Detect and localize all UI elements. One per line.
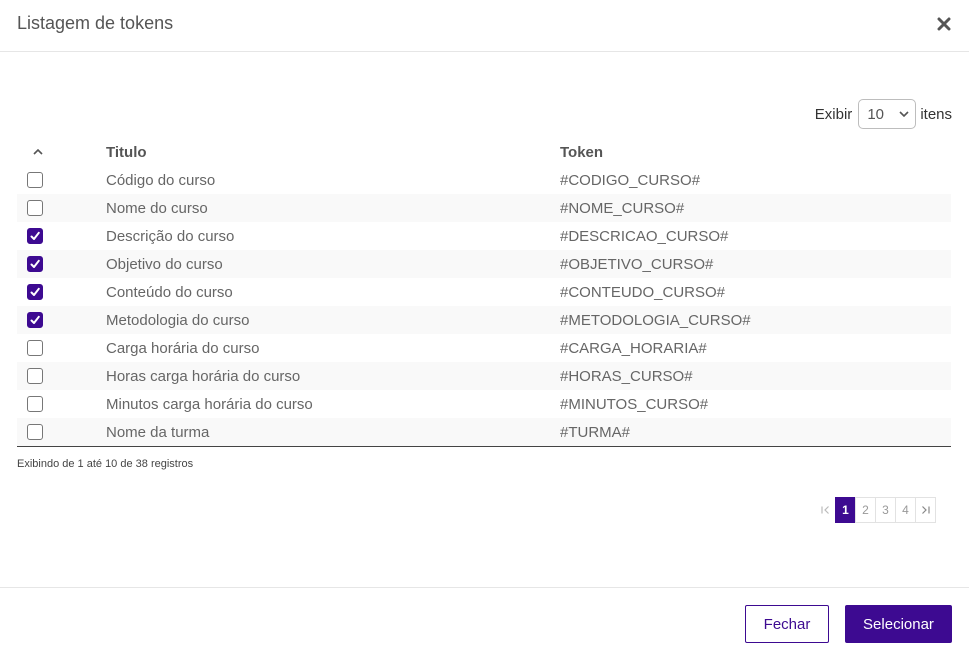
row-checkbox[interactable] — [27, 284, 43, 300]
row-title: Minutos carga horária do curso — [106, 395, 313, 413]
checkmark-icon — [30, 287, 40, 296]
row-title: Descrição do curso — [106, 227, 235, 245]
table-row[interactable]: Nome da turma #TURMA# — [17, 418, 951, 447]
row-checkbox[interactable] — [27, 256, 43, 272]
page-1-button[interactable]: 1 — [835, 497, 856, 523]
row-checkbox-cell — [17, 222, 106, 250]
row-checkbox-cell — [17, 166, 106, 194]
table-row[interactable]: Código do curso #CODIGO_CURSO# — [17, 166, 951, 194]
close-button[interactable]: Fechar — [745, 605, 829, 643]
dialog-header: Listagem de tokens — [0, 0, 969, 52]
row-checkbox[interactable] — [27, 340, 43, 356]
checkmark-icon — [30, 231, 40, 240]
row-token: #DESCRICAO_CURSO# — [560, 227, 729, 245]
row-token: #TURMA# — [560, 418, 951, 447]
row-title: Metodologia do curso — [106, 311, 250, 329]
page-length-control: Exibir 10 itens — [815, 99, 952, 129]
row-token: #CARGA_HORARIA# — [560, 339, 707, 357]
checkmark-icon — [30, 315, 40, 324]
length-suffix: itens — [920, 105, 952, 123]
row-token: #CODIGO_CURSO# — [560, 171, 701, 189]
tokens-table: Titulo Token Código do curso #CODIGO_CURS… — [17, 138, 951, 447]
token-list-dialog: Listagem de tokens Exibir 10 itens Titul… — [0, 0, 969, 659]
row-checkbox[interactable] — [27, 228, 43, 244]
table-info: Exibindo de 1 até 10 de 38 registros — [17, 458, 194, 470]
table-row[interactable]: Conteúdo do curso #CONTEUDO_CURSO# — [17, 278, 951, 306]
chevron-up-icon[interactable] — [33, 149, 43, 155]
checkmark-icon — [30, 259, 40, 268]
row-title: Conteúdo do curso — [106, 283, 233, 301]
row-token: #MINUTOS_CURSO# — [560, 395, 709, 413]
row-checkbox[interactable] — [27, 312, 43, 328]
row-checkbox-cell — [17, 278, 106, 306]
table-row[interactable]: Horas carga horária do curso #HORAS_CURSO… — [17, 362, 951, 390]
row-checkbox[interactable] — [27, 200, 43, 216]
row-token: #CONTEUDO_CURSO# — [560, 283, 726, 301]
first-page-icon[interactable] — [815, 497, 836, 523]
row-checkbox-cell — [17, 390, 106, 418]
table-row[interactable]: Nome do curso #NOME_CURSO# — [17, 194, 951, 222]
row-checkbox-cell — [17, 334, 106, 362]
row-checkbox-cell — [17, 250, 106, 278]
row-title: Carga horária do curso — [106, 339, 260, 357]
page-2-button[interactable]: 2 — [855, 497, 876, 523]
dialog-title: Listagem de tokens — [17, 13, 174, 33]
column-header-title[interactable]: Titulo — [106, 138, 560, 166]
page-length-value: 10 — [867, 105, 884, 123]
chevron-down-icon — [899, 111, 909, 117]
page-4-button[interactable]: 4 — [895, 497, 916, 523]
table-row[interactable]: Carga horária do curso #CARGA_HORARIA# — [17, 334, 951, 362]
row-title: Objetivo do curso — [106, 255, 223, 273]
pagination: 1234 — [815, 497, 936, 523]
row-checkbox[interactable] — [27, 396, 43, 412]
row-checkbox[interactable] — [27, 424, 43, 440]
row-token: #METODOLOGIA_CURSO# — [560, 311, 751, 329]
row-checkbox-cell — [17, 362, 106, 390]
page-3-button[interactable]: 3 — [875, 497, 896, 523]
row-title: Código do curso — [106, 171, 216, 189]
length-prefix: Exibir — [814, 105, 853, 123]
row-title: Horas carga horária do curso — [106, 367, 301, 385]
select-button[interactable]: Selecionar — [845, 605, 952, 643]
table-row[interactable]: Minutos carga horária do curso #MINUTOS_C… — [17, 390, 951, 418]
row-checkbox-cell — [17, 194, 106, 222]
row-token: #NOME_CURSO# — [560, 199, 685, 217]
dialog-footer: Fechar Selecionar — [0, 587, 969, 660]
row-token: #HORAS_CURSO# — [560, 367, 693, 385]
close-icon[interactable] — [937, 17, 951, 31]
table-row[interactable]: Descrição do curso #DESCRICAO_CURSO# — [17, 222, 951, 250]
column-header-token[interactable]: Token — [560, 138, 951, 166]
row-checkbox-cell — [17, 418, 106, 447]
last-page-icon[interactable] — [915, 497, 936, 523]
row-title: Nome do curso — [106, 199, 208, 217]
row-checkbox-cell — [17, 306, 106, 334]
row-checkbox[interactable] — [27, 368, 43, 384]
page-length-select[interactable]: 10 — [858, 99, 917, 129]
row-title: Nome da turma — [106, 418, 560, 447]
table-row[interactable]: Metodologia do curso #METODOLOGIA_CURSO# — [17, 306, 951, 334]
table-row[interactable]: Objetivo do curso #OBJETIVO_CURSO# — [17, 250, 951, 278]
table-header-row: Titulo Token — [17, 138, 951, 166]
row-token: #OBJETIVO_CURSO# — [560, 255, 714, 273]
row-checkbox[interactable] — [27, 172, 43, 188]
sort-column-header[interactable] — [17, 138, 106, 166]
